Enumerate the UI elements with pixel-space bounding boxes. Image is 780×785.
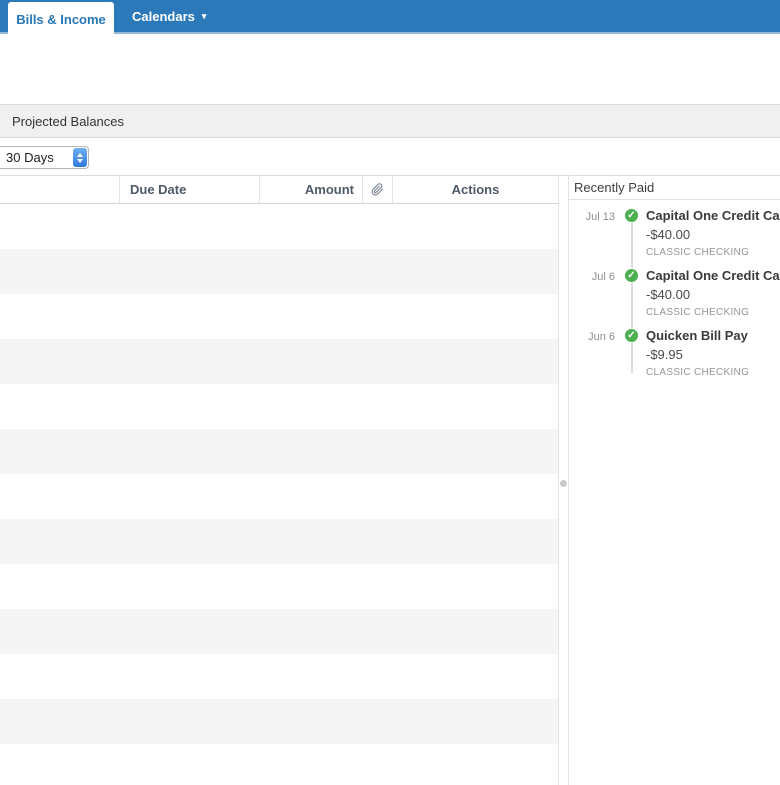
tab-bills-income[interactable]: Bills & Income: [8, 2, 114, 37]
tab-calendars-label: Calendars: [132, 8, 195, 24]
entry-amount: -$9.95: [646, 347, 683, 362]
bills-income-screen: Bills & Income Calendars ▾ Projected Bal…: [0, 0, 780, 785]
entry-account: CLASSIC CHECKING: [646, 247, 750, 258]
splitter-handle-icon[interactable]: [560, 480, 567, 487]
top-tab-bar: Bills & Income Calendars ▾: [0, 0, 780, 37]
select-stepper-icon: [73, 148, 87, 167]
recently-paid-list: Jul 13 ✓ Capital One Credit Card -$40.00…: [569, 200, 780, 388]
entry-date: Jul 13: [585, 211, 615, 223]
column-header-amount[interactable]: Amount: [260, 176, 363, 203]
projected-balances-header: Projected Balances: [0, 104, 780, 138]
tab-bills-income-label: Bills & Income: [16, 12, 106, 27]
arrow-up-icon: [77, 152, 83, 157]
entry-account: CLASSIC CHECKING: [646, 367, 750, 378]
recently-paid-entry[interactable]: Jul 6 ✓ Capital One Credit Card -$40.00 …: [569, 268, 780, 328]
check-circle-icon: ✓: [624, 208, 639, 223]
recently-paid-entry[interactable]: Jul 13 ✓ Capital One Credit Card -$40.00…: [569, 208, 780, 268]
recently-paid-header: Recently Paid: [569, 176, 780, 200]
recently-paid-panel: Recently Paid Jul 13 ✓ Capital One Credi…: [569, 175, 780, 785]
entry-account: CLASSIC CHECKING: [646, 307, 750, 318]
column-header-attachment: [363, 176, 393, 203]
chevron-down-icon: ▾: [201, 11, 207, 21]
column-header-due-date[interactable]: Due Date: [120, 176, 260, 203]
projected-balances-title: Projected Balances: [12, 113, 125, 129]
bills-table-body: [0, 204, 559, 785]
entry-amount: -$40.00: [646, 227, 691, 242]
entry-amount: -$40.00: [646, 287, 691, 302]
tab-calendars[interactable]: Calendars ▾: [120, 0, 218, 32]
entry-date: Jul 6: [591, 271, 615, 283]
projection-range-select[interactable]: 30 Days: [0, 146, 89, 169]
check-circle-icon: ✓: [624, 268, 639, 283]
column-header-payee: [0, 176, 120, 203]
bills-table-header: Due Date Amount Actions: [0, 175, 559, 204]
entry-date: Jun 6: [588, 331, 615, 343]
column-header-actions: Actions: [393, 176, 559, 203]
entry-payee: Capital One Credit Card: [646, 268, 780, 283]
arrow-down-icon: [77, 158, 83, 163]
recently-paid-title: Recently Paid: [574, 180, 655, 195]
panel-splitter[interactable]: [559, 175, 569, 785]
entry-payee: Quicken Bill Pay: [646, 328, 748, 343]
recently-paid-entry[interactable]: Jun 6 ✓ Quicken Bill Pay -$9.95 CLASSIC …: [569, 328, 780, 388]
entry-payee: Capital One Credit Card: [646, 208, 780, 223]
paperclip-icon: [371, 183, 384, 196]
check-circle-icon: ✓: [624, 328, 639, 343]
